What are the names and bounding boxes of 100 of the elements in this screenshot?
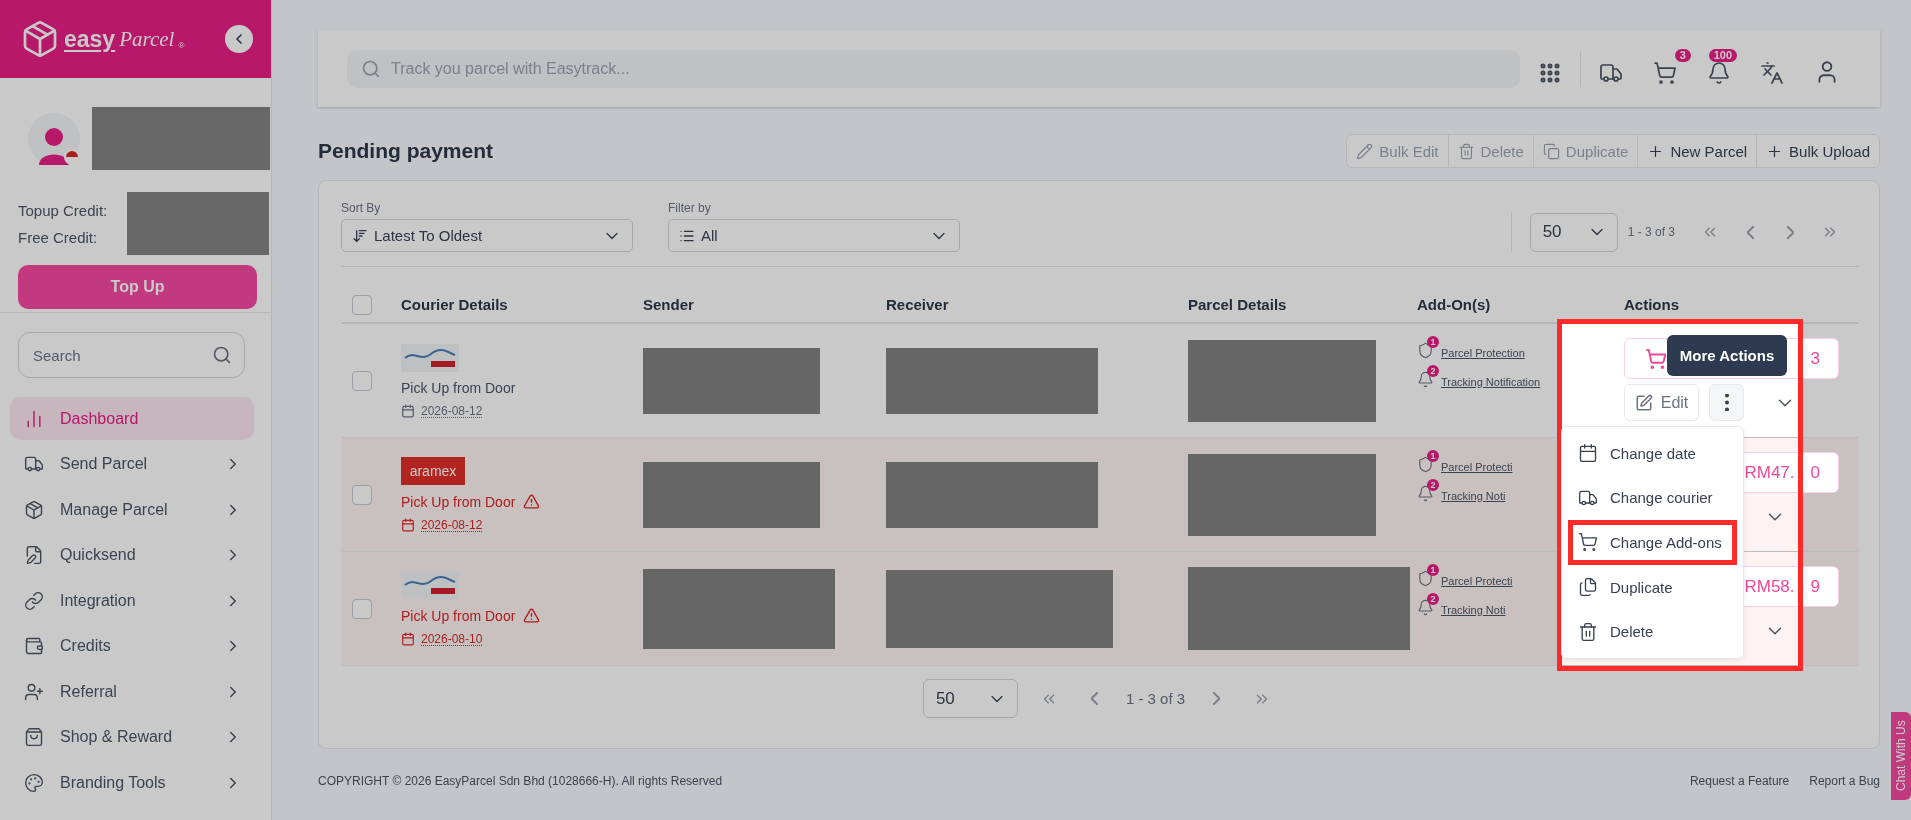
wallet-icon	[24, 636, 44, 656]
calendar-icon	[401, 403, 415, 418]
filter-select[interactable]: Latest To Oldest	[341, 219, 633, 252]
cart-button[interactable]: 3	[1648, 48, 1689, 89]
page-size-select[interactable]: 50	[1529, 212, 1618, 252]
chevron-left-icon	[1746, 225, 1754, 239]
search-icon	[361, 58, 381, 79]
page-title: Pending payment	[318, 139, 494, 163]
nav-item[interactable]: Manage Parcel	[10, 488, 254, 531]
edit-button[interactable]: Edit	[1624, 384, 1699, 421]
pickup-date-link[interactable]: 2026-08-12	[421, 518, 483, 532]
nav-item[interactable]: Quicksend	[10, 533, 254, 577]
cart-icon	[1645, 347, 1667, 370]
menu-item[interactable]: Duplicate	[1562, 564, 1743, 610]
addon-link[interactable]: Tracking Noti	[1441, 490, 1506, 502]
shopping-bag-icon	[24, 727, 44, 747]
page-size-select[interactable]: 50	[922, 679, 1018, 718]
warning-icon	[523, 607, 541, 624]
column-header: Sender	[643, 296, 695, 313]
toolbar-button[interactable]: New Parcel	[1637, 135, 1757, 167]
select-all-checkbox[interactable]	[352, 294, 372, 315]
courier-logo	[401, 571, 459, 599]
pickup-date-link[interactable]: 2026-08-12	[421, 403, 483, 418]
notification-button[interactable]: 100	[1702, 48, 1743, 89]
search-field[interactable]: Search	[18, 332, 245, 378]
calendar-icon	[1578, 443, 1598, 464]
search-icon	[212, 345, 232, 365]
nav-item[interactable]: Referral	[10, 670, 254, 713]
toolbar-button[interactable]: Bulk Upload	[1756, 135, 1879, 167]
filter-label: Sort By	[341, 201, 382, 215]
chevron-right-icon	[1212, 692, 1220, 705]
row-checkbox[interactable]	[352, 598, 372, 619]
chat-tab[interactable]: Chat With Us	[1891, 712, 1911, 800]
addon-link[interactable]: Parcel Protection	[1441, 347, 1525, 359]
pencil-icon	[1356, 142, 1374, 160]
footer-link[interactable]: Report a Bug	[1809, 774, 1880, 788]
registered-mark: ®	[178, 41, 185, 50]
menu-item[interactable]: Change date	[1562, 431, 1743, 476]
addon-link[interactable]: Parcel Protecti	[1441, 575, 1513, 587]
courier-logo	[401, 343, 459, 372]
addon-link[interactable]: Tracking Noti	[1441, 604, 1506, 616]
nav-item[interactable]: Dashboard	[10, 397, 254, 440]
copyright-text: COPYRIGHT © 2026 EasyParcel Sdn Bhd (1028666-H). All rights Reserved	[318, 774, 724, 788]
trash-icon	[1457, 142, 1475, 160]
pen-square-icon	[1634, 393, 1653, 412]
sort-icon	[352, 227, 368, 244]
column-header: Add-On(s)	[1417, 296, 1492, 313]
collapse-button[interactable]	[225, 25, 253, 53]
addon-link[interactable]: Parcel Protecti	[1441, 461, 1513, 473]
menu-item[interactable]: Change Add-ons	[1568, 520, 1737, 565]
row-checkbox[interactable]	[352, 484, 372, 505]
user-plus-icon	[24, 681, 44, 702]
credit-label: Topup Credit:	[18, 201, 109, 219]
cart-icon	[1578, 532, 1598, 553]
calendar-icon	[401, 632, 415, 646]
column-header: Actions	[1623, 296, 1680, 313]
filter-label: Filter by	[668, 201, 712, 215]
trash-icon	[1578, 621, 1598, 642]
nav-item[interactable]: Credits	[10, 624, 254, 668]
box-icon	[24, 499, 44, 520]
row-checkbox[interactable]	[352, 370, 372, 391]
files-icon	[1578, 577, 1598, 598]
addon-link[interactable]: Tracking Notification	[1441, 376, 1541, 388]
service-type: Pick Up from Door	[401, 379, 516, 396]
nav-item[interactable]: Shop & Reward	[10, 715, 254, 759]
service-type: Pick Up from Door	[401, 493, 516, 510]
service-type: Pick Up from Door	[401, 607, 516, 624]
page-range: 1 - 3 of 3	[1125, 690, 1186, 707]
truck-icon	[24, 454, 44, 474]
pickup-date-link[interactable]: 2026-08-10	[421, 632, 483, 646]
courier-logo: aramex	[401, 457, 465, 485]
footer-link[interactable]: Request a Feature	[1689, 774, 1790, 788]
bar-chart-icon	[24, 408, 44, 429]
nav-item[interactable]: Send Parcel	[10, 442, 254, 486]
warning-icon	[523, 493, 541, 510]
menu-item[interactable]: Delete	[1562, 609, 1743, 654]
file-pen-icon	[24, 545, 44, 565]
nav-item[interactable]: Integration	[10, 579, 254, 622]
page-range: 1 - 3 of 3	[1627, 225, 1675, 239]
vertical-dots-icon	[1724, 394, 1729, 411]
copy-icon	[1542, 142, 1560, 160]
column-header: Courier Details	[401, 296, 509, 313]
filter-select[interactable]: All	[668, 219, 960, 252]
bell-icon	[1706, 60, 1731, 85]
more-actions-button[interactable]	[1709, 384, 1744, 421]
chevron-left-icon	[1091, 692, 1099, 705]
link-icon	[24, 590, 44, 611]
tooltip: More Actions	[1667, 335, 1787, 376]
logo-script-text: Parcel	[119, 26, 175, 52]
logo-text: easy	[64, 25, 116, 53]
palette-icon	[24, 772, 44, 793]
calendar-icon	[401, 518, 415, 532]
menu-item[interactable]: Change courier	[1562, 475, 1743, 521]
column-header: Receiver	[886, 296, 950, 313]
credit-label: Free Credit:	[18, 228, 99, 246]
chevron-right-icon	[1786, 225, 1794, 239]
nav-item[interactable]: Branding Tools	[10, 761, 254, 804]
cart-icon	[1652, 60, 1677, 85]
column-header: Parcel Details	[1188, 296, 1288, 313]
translate-icon	[1760, 60, 1785, 85]
